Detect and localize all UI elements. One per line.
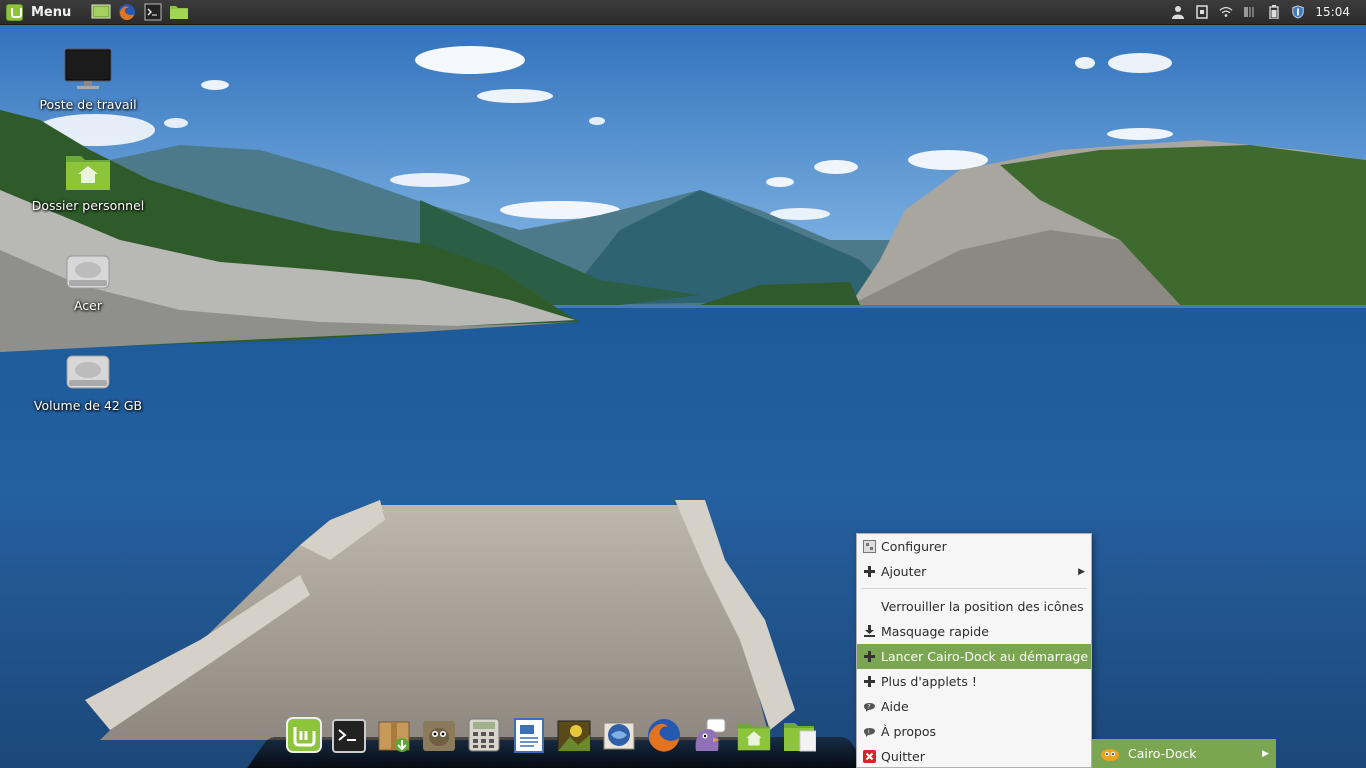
about-icon: i bbox=[862, 724, 876, 738]
dock-item-firefox[interactable] bbox=[646, 711, 682, 753]
dock-item-pidgin[interactable] bbox=[691, 711, 727, 753]
pidgin-icon bbox=[695, 718, 726, 751]
dock-item-home-folder[interactable] bbox=[736, 711, 772, 753]
wallpaper-landscape bbox=[0, 0, 1366, 768]
dock-item-mint-menu[interactable] bbox=[286, 711, 322, 753]
image-viewer-icon bbox=[557, 720, 591, 752]
menu-item-label: Plus d'applets ! bbox=[881, 674, 977, 689]
plus-icon bbox=[862, 649, 876, 663]
dock-item-thunderbird[interactable] bbox=[601, 711, 637, 753]
menu-label: Menu bbox=[31, 4, 72, 20]
menu-item-configure[interactable]: Configurer bbox=[857, 534, 1091, 559]
menu-item-help[interactable]: ? Aide bbox=[857, 694, 1091, 719]
dock-item-terminal[interactable] bbox=[331, 711, 367, 753]
menu-item-quit[interactable]: Quitter bbox=[857, 744, 1091, 768]
files-icon[interactable] bbox=[169, 2, 189, 22]
menu-button[interactable]: Menu bbox=[6, 0, 91, 25]
package-installer-icon bbox=[378, 721, 410, 752]
submenu-arrow-icon: ▶ bbox=[1262, 748, 1269, 759]
home-folder-icon bbox=[66, 156, 110, 190]
cairo-dock bbox=[246, 705, 870, 768]
menu-item-label: Aide bbox=[881, 699, 909, 714]
clipboard-icon[interactable] bbox=[1195, 5, 1209, 19]
dock-item-calculator[interactable] bbox=[466, 711, 502, 753]
menu-item-label: À propos bbox=[881, 724, 937, 739]
firefox-icon[interactable] bbox=[117, 2, 137, 22]
plus-icon bbox=[862, 564, 876, 578]
desktop-icon-volume[interactable]: Volume de 42 GB bbox=[28, 352, 148, 413]
desktop-icon-acer[interactable]: Acer bbox=[28, 252, 148, 313]
mint-logo-icon bbox=[6, 3, 23, 21]
hide-down-icon bbox=[862, 624, 876, 638]
dock-context-menu: Configurer Ajouter ▶ Verrouiller la posi… bbox=[856, 533, 1092, 768]
firefox-icon bbox=[648, 719, 680, 752]
desktop-icon-label: Volume de 42 GB bbox=[33, 398, 143, 413]
dock-items bbox=[286, 711, 817, 753]
menu-item-more-applets[interactable]: Plus d'applets ! bbox=[857, 669, 1091, 694]
home-folder-icon bbox=[737, 723, 771, 751]
help-icon: ? bbox=[862, 699, 876, 713]
configure-icon bbox=[862, 539, 876, 553]
menu-item-quick-hide[interactable]: Masquage rapide bbox=[857, 619, 1091, 644]
terminal-icon[interactable] bbox=[143, 2, 163, 22]
submenu-cairo-dock[interactable]: Cairo-Dock ▶ bbox=[1092, 739, 1276, 768]
update-shield-icon[interactable] bbox=[1291, 5, 1305, 19]
battery-icon[interactable] bbox=[1267, 5, 1281, 19]
user-icon[interactable] bbox=[1171, 5, 1185, 19]
menu-item-launch-at-startup[interactable]: Lancer Cairo-Dock au démarrage bbox=[857, 644, 1091, 669]
submenu-label: Cairo-Dock bbox=[1128, 746, 1197, 761]
folder-icon bbox=[784, 723, 816, 752]
system-tray: 15:04 bbox=[1171, 0, 1360, 25]
terminal-icon bbox=[332, 719, 366, 753]
desktop-icon-home-folder[interactable]: Dossier personnel bbox=[28, 150, 148, 213]
menu-separator bbox=[857, 584, 1091, 594]
menu-item-label: Verrouiller la position des icônes bbox=[881, 599, 1084, 614]
mint-menu-icon bbox=[286, 717, 322, 753]
dock-item-package-installer[interactable] bbox=[376, 711, 412, 753]
dock-item-writer[interactable] bbox=[511, 711, 547, 753]
desktop-icon-label: Acer bbox=[73, 298, 103, 313]
panel-launchers bbox=[91, 2, 189, 22]
calculator-icon bbox=[468, 718, 500, 752]
desktop-wallpaper bbox=[0, 0, 1366, 768]
computer-icon bbox=[64, 48, 112, 89]
menu-item-label: Ajouter bbox=[881, 564, 927, 579]
dock-item-folder[interactable] bbox=[781, 711, 817, 753]
desktop-icon-label: Dossier personnel bbox=[31, 198, 145, 213]
menu-item-label: Quitter bbox=[881, 749, 925, 764]
menu-item-lock-icons[interactable]: Verrouiller la position des icônes bbox=[857, 594, 1091, 619]
show-desktop-icon[interactable] bbox=[91, 2, 111, 22]
drive-icon bbox=[66, 255, 110, 289]
submenu-arrow-icon: ▶ bbox=[1078, 566, 1085, 577]
wifi-icon[interactable] bbox=[1219, 5, 1233, 19]
svg-text:?: ? bbox=[867, 703, 870, 710]
menu-item-label: Masquage rapide bbox=[881, 624, 989, 639]
gimp-icon bbox=[423, 721, 455, 751]
thunderbird-icon bbox=[603, 722, 635, 750]
top-panel: Menu 15:04 bbox=[0, 0, 1366, 25]
desktop-icon-computer[interactable]: Poste de travail bbox=[28, 47, 148, 112]
quit-icon bbox=[862, 749, 876, 763]
dock-item-gimp[interactable] bbox=[421, 711, 457, 753]
menu-item-label: Lancer Cairo-Dock au démarrage bbox=[881, 649, 1089, 664]
plus-icon bbox=[862, 674, 876, 688]
dock-item-image-viewer[interactable] bbox=[556, 711, 592, 753]
cairo-dock-icon bbox=[1101, 748, 1119, 761]
clock[interactable]: 15:04 bbox=[1315, 5, 1360, 19]
desktop-icon-label: Poste de travail bbox=[39, 97, 137, 112]
menu-item-label: Configurer bbox=[881, 539, 947, 554]
menu-item-about[interactable]: i À propos bbox=[857, 719, 1091, 744]
volume-icon[interactable] bbox=[1243, 5, 1257, 19]
menu-item-add[interactable]: Ajouter ▶ bbox=[857, 559, 1091, 584]
writer-icon bbox=[514, 718, 544, 753]
drive-icon bbox=[66, 355, 110, 389]
